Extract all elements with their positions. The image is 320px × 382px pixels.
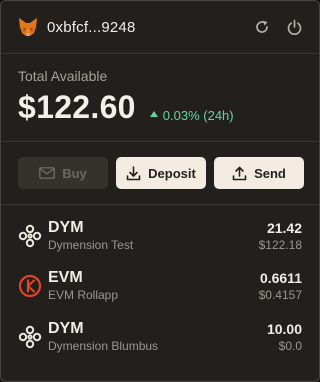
refresh-button[interactable] <box>251 16 273 38</box>
token-amount: 21.42 <box>266 220 302 236</box>
token-name: Dymension Test <box>48 238 134 252</box>
wallet-address[interactable]: 0xbfcf...9248 <box>47 19 241 36</box>
wallet-header: 0xbfcf...9248 <box>1 1 319 53</box>
envelope-icon <box>39 167 56 179</box>
balance-change: 0.03% (24h) <box>149 107 234 123</box>
total-balance: $122.60 <box>18 89 136 125</box>
evm-rollapp-logo-icon <box>18 274 42 298</box>
download-icon <box>126 165 141 181</box>
token-row-dymension-blumbus[interactable]: DYM Dymension Blumbus 10.00 $0.0 <box>1 315 319 359</box>
refresh-icon <box>256 20 268 33</box>
token-symbol: DYM <box>48 219 84 236</box>
header-divider <box>1 53 319 54</box>
power-icon <box>287 19 301 35</box>
token-row-dymension-test[interactable]: DYM Dymension Test 21.42 $122.18 <box>1 214 319 258</box>
token-usd-value: $0.4157 <box>258 288 302 302</box>
token-row-evm-rollapp[interactable]: EVM EVM Rollapp 0.6611 $0.4157 <box>1 264 319 308</box>
wallet-popup: 0xbfcf...9248 Total Available $122.60 0.… <box>0 0 320 382</box>
token-amount: 10.00 <box>266 321 302 337</box>
buy-button[interactable]: Buy <box>18 157 108 189</box>
deposit-button[interactable]: Deposit <box>116 157 206 189</box>
token-symbol: EVM <box>48 269 83 286</box>
dymension-logo-icon <box>18 325 42 349</box>
token-symbol: DYM <box>48 320 84 337</box>
token-name: EVM Rollapp <box>48 288 119 302</box>
token-name: Dymension Blumbus <box>48 339 159 353</box>
action-buttons: Buy Deposit Send <box>18 157 304 189</box>
upload-icon <box>232 166 247 181</box>
change-text: 0.03% (24h) <box>162 107 234 123</box>
actions-divider <box>1 204 319 205</box>
dymension-logo-icon <box>18 224 42 248</box>
power-button[interactable] <box>283 16 305 38</box>
token-amount: 0.6611 <box>259 270 302 286</box>
token-usd-value: $0.0 <box>278 339 302 353</box>
send-label: Send <box>254 165 286 181</box>
token-usd-value: $122.18 <box>258 238 302 252</box>
send-button[interactable]: Send <box>214 157 304 189</box>
up-arrow-icon <box>149 111 158 117</box>
buy-label: Buy <box>62 165 87 181</box>
total-available-label: Total Available <box>18 68 108 84</box>
balance-row: $122.60 0.03% (24h) <box>18 89 234 126</box>
metamask-fox-icon <box>19 18 37 36</box>
balance-divider <box>1 141 319 142</box>
deposit-label: Deposit <box>148 165 196 181</box>
